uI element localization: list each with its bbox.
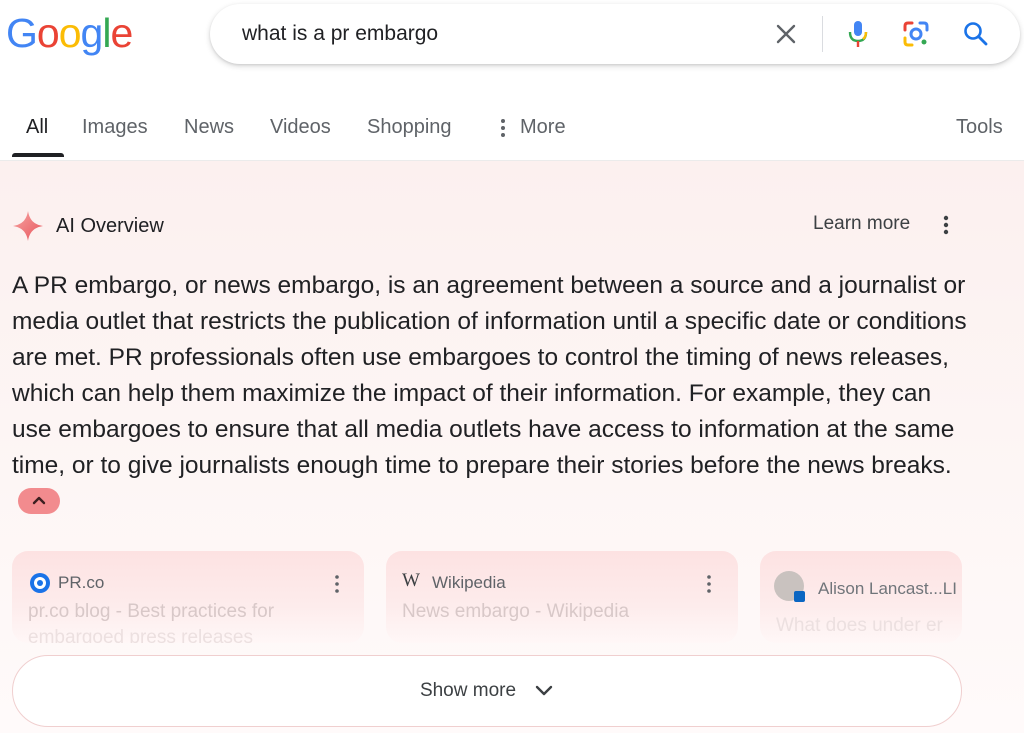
source-menu-icon[interactable]	[332, 573, 342, 595]
linkedin-icon	[794, 591, 805, 602]
source-subtitle: embargoed press releases	[28, 627, 253, 643]
collapse-button[interactable]	[18, 487, 60, 514]
logo-letter: l	[102, 10, 111, 56]
microphone-icon[interactable]	[842, 18, 874, 50]
chevron-up-icon	[32, 496, 46, 504]
prco-logo-icon	[30, 573, 50, 593]
logo-letter: o	[36, 10, 60, 56]
tab-news[interactable]: News	[184, 116, 234, 139]
google-logo[interactable]: Google	[6, 8, 133, 58]
search-icon[interactable]	[960, 18, 992, 50]
source-card[interactable]: W Wikipedia News embargo - Wikipedia	[386, 551, 738, 643]
logo-letter: e	[110, 10, 133, 56]
kebab-icon	[501, 118, 505, 137]
source-name: PR.co	[58, 573, 105, 592]
wikipedia-logo-icon: W	[402, 570, 420, 591]
ai-overview-header: AI Overview	[12, 211, 164, 241]
logo-letter: g	[80, 10, 104, 56]
ai-overview-title: AI Overview	[56, 214, 164, 237]
logo-letter: o	[58, 10, 82, 56]
ai-overview-menu-icon[interactable]	[938, 213, 954, 237]
lens-icon[interactable]	[900, 18, 932, 50]
source-title: What does under er	[776, 615, 943, 636]
avatar	[774, 571, 805, 602]
close-icon[interactable]	[770, 18, 802, 50]
tab-videos[interactable]: Videos	[270, 116, 331, 139]
tools-button[interactable]: Tools	[956, 116, 1003, 139]
tab-shopping[interactable]: Shopping	[367, 116, 452, 139]
ai-overview-text: A PR embargo, or news embargo, is an agr…	[12, 272, 967, 479]
ai-overview-text-block: A PR embargo, or news embargo, is an agr…	[12, 268, 972, 520]
tab-more-label: More	[520, 116, 566, 138]
search-divider	[822, 16, 823, 52]
source-name: Alison Lancast...LI	[818, 579, 957, 598]
chevron-down-icon	[535, 685, 553, 696]
source-title: News embargo - Wikipedia	[402, 601, 630, 622]
source-card[interactable]: PR.co pr.co blog - Best practices for em…	[12, 551, 364, 643]
sparkle-icon	[13, 211, 43, 241]
source-card[interactable]: Alison Lancast...LI What does under er	[760, 551, 962, 643]
source-menu-icon[interactable]	[704, 573, 714, 595]
show-more-button[interactable]: Show more	[12, 655, 962, 727]
source-title: pr.co blog - Best practices for	[28, 601, 275, 622]
learn-more-link[interactable]: Learn more	[813, 213, 910, 235]
logo-letter: G	[6, 10, 38, 56]
ai-overview-panel: AI Overview Learn more A PR embargo, or …	[0, 161, 1024, 733]
show-more-label: Show more	[419, 680, 517, 701]
source-name: Wikipedia	[432, 573, 506, 592]
tab-all[interactable]: All	[26, 116, 48, 139]
search-input[interactable]: what is a pr embargo	[242, 22, 438, 46]
header: Google what is a pr embargo	[0, 0, 1024, 70]
tab-images[interactable]: Images	[82, 116, 148, 139]
search-tabs: All Images News Videos Shopping More Too…	[0, 100, 1024, 161]
tab-more[interactable]: More	[498, 116, 566, 139]
active-tab-indicator	[12, 153, 64, 157]
search-box[interactable]: what is a pr embargo	[210, 4, 1020, 64]
